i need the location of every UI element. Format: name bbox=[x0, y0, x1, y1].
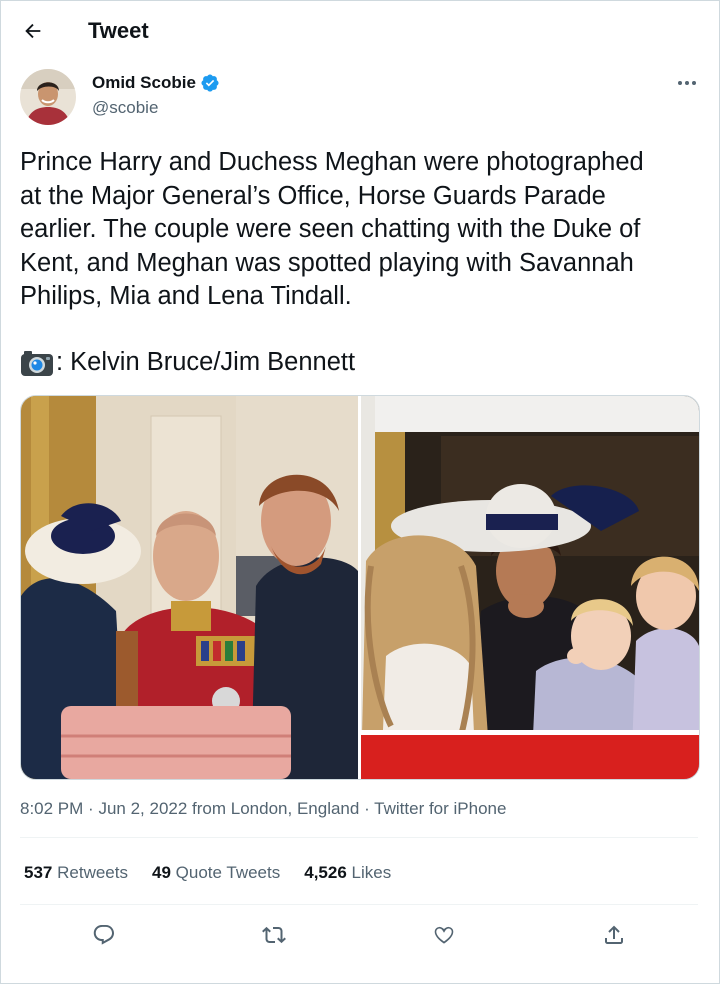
share-icon bbox=[605, 925, 623, 944]
quote-tweets-label: Quote Tweets bbox=[175, 863, 281, 882]
quote-tweets-count: 49 bbox=[151, 863, 171, 882]
tweet-location: from London, England bbox=[192, 799, 360, 818]
photo-2[interactable] bbox=[361, 396, 699, 779]
author-name-label: Omid Scobie bbox=[92, 73, 196, 92]
page-title: Tweet bbox=[88, 18, 149, 43]
more-horizontal-icon bbox=[678, 81, 696, 85]
meta-separator: · bbox=[364, 799, 370, 818]
tweet-meta: 8:02 PM · Jun 2, 2022 from London, Engla… bbox=[20, 797, 506, 821]
share-button[interactable] bbox=[597, 918, 631, 952]
top-bar: Tweet bbox=[0, 0, 720, 62]
photo-credit-text: : Kelvin Bruce/Jim Bennett bbox=[56, 348, 356, 376]
action-bar bbox=[0, 912, 720, 956]
divider bbox=[20, 904, 698, 905]
divider bbox=[20, 837, 698, 838]
avatar[interactable] bbox=[20, 69, 76, 125]
meta-separator: · bbox=[88, 799, 94, 818]
quote-tweets-stat[interactable]: 49 Quote Tweets bbox=[152, 861, 280, 885]
tweet-date[interactable]: Jun 2, 2022 bbox=[98, 799, 187, 818]
tweet-source[interactable]: Twitter for iPhone bbox=[374, 799, 506, 818]
retweet-icon bbox=[262, 926, 286, 944]
likes-label: Likes bbox=[351, 863, 392, 882]
retweets-count: 537 bbox=[24, 863, 53, 882]
tweet-time[interactable]: 8:02 PM bbox=[20, 799, 83, 818]
heart-icon bbox=[434, 926, 454, 944]
author-name[interactable]: Omid Scobie bbox=[92, 72, 220, 94]
reply-icon bbox=[93, 925, 114, 945]
like-button[interactable] bbox=[427, 918, 461, 952]
photo-1[interactable] bbox=[21, 396, 358, 779]
camera-emoji-icon bbox=[21, 350, 53, 376]
author-handle[interactable]: @scobie bbox=[92, 97, 158, 119]
verified-badge-icon bbox=[201, 74, 219, 92]
retweet-button[interactable] bbox=[257, 918, 291, 952]
photo-grid bbox=[20, 395, 700, 780]
likes-stat[interactable]: 4,526 Likes bbox=[304, 861, 391, 885]
arrow-left-icon bbox=[25, 23, 41, 39]
engagement-stats: 537 Retweets 49 Quote Tweets 4,526 Likes bbox=[24, 861, 391, 885]
retweets-label: Retweets bbox=[57, 863, 128, 882]
likes-count: 4,526 bbox=[304, 863, 347, 882]
photo-credit: : Kelvin Bruce/Jim Bennett bbox=[20, 346, 355, 379]
tweet-text: Prince Harry and Duchess Meghan were pho… bbox=[20, 148, 644, 310]
reply-button[interactable] bbox=[87, 918, 121, 952]
retweets-stat[interactable]: 537 Retweets bbox=[24, 861, 128, 885]
more-button[interactable] bbox=[670, 72, 704, 94]
back-button[interactable] bbox=[16, 14, 50, 48]
